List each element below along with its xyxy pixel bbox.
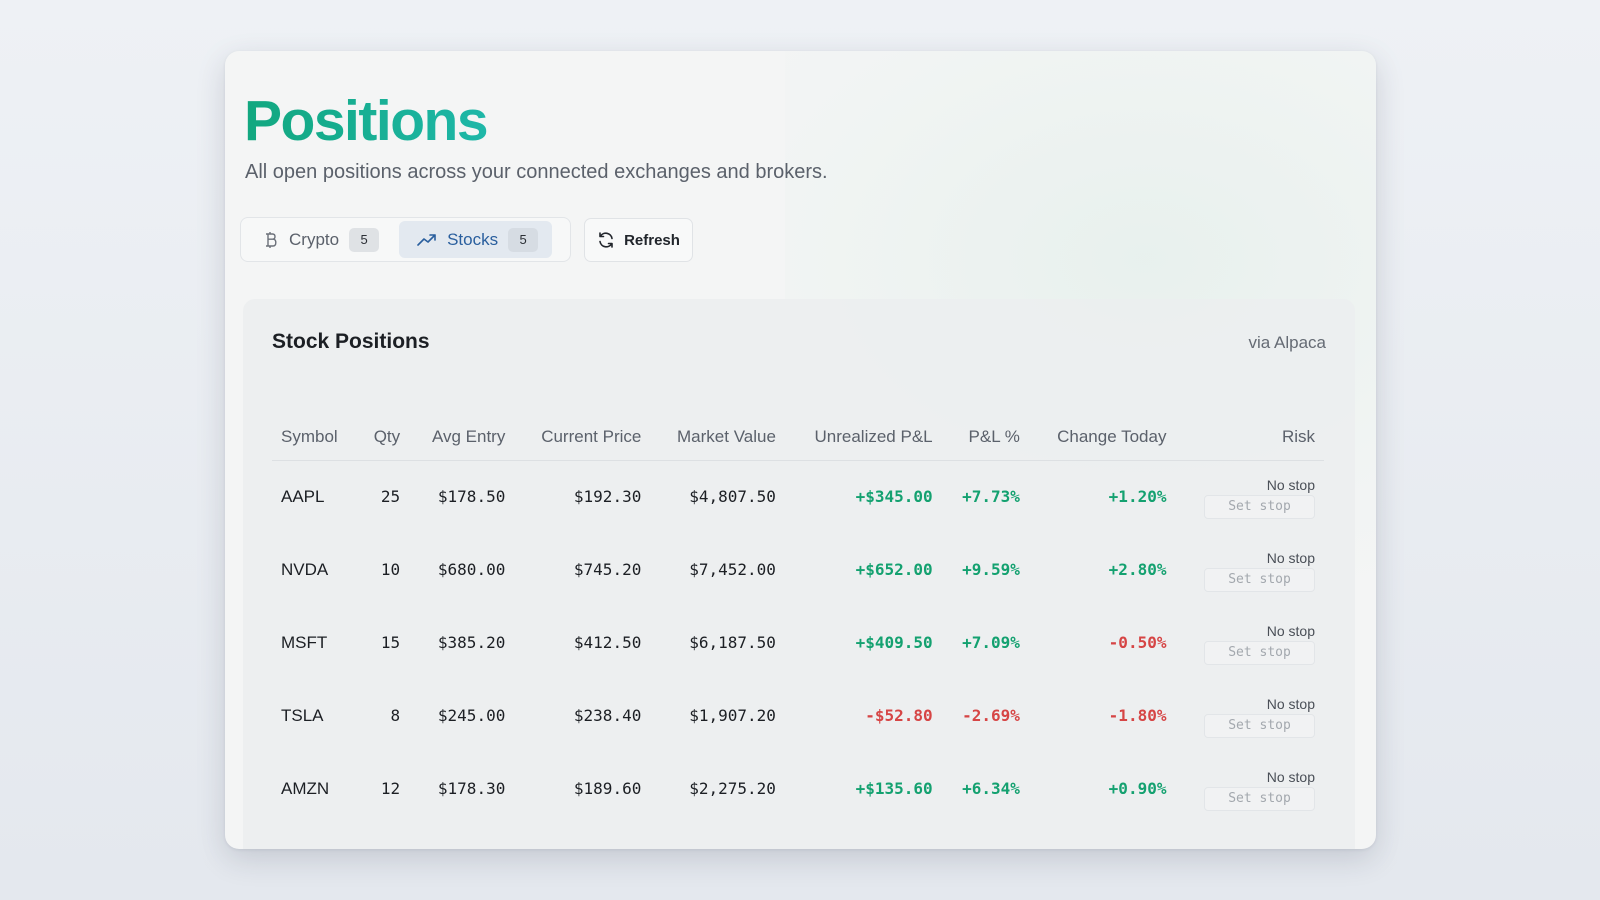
page-title: Positions [244, 87, 489, 155]
stop-status: No stop [1266, 549, 1315, 566]
cell-risk: No stop Set stop [1175, 606, 1324, 679]
cell-symbol: TSLA [281, 705, 324, 725]
refresh-label: Refresh [624, 231, 680, 249]
table-row[interactable]: NVDA 10 $680.00 $745.20 $7,452.00 +$652.… [272, 533, 1324, 606]
column-header-unrealized-pl[interactable]: Unrealized P&L [784, 414, 942, 461]
cell-symbol: MSFT [281, 632, 328, 652]
cell-unrealized-pl: +$652.00 [855, 560, 933, 579]
cell-unrealized-pl: +$135.60 [855, 779, 933, 798]
column-header-change-today[interactable]: Change Today [1028, 414, 1176, 461]
tab-crypto[interactable]: Crypto 5 [245, 221, 393, 258]
cell-symbol: AAPL [281, 486, 325, 506]
cell-pl-pct: +7.73% [962, 487, 1020, 507]
cell-change-today: -1.80% [1108, 706, 1167, 725]
table-header-row: Symbol Qty Avg Entry Current Price Marke… [272, 414, 1324, 461]
positions-table: Symbol Qty Avg Entry Current Price Marke… [272, 414, 1324, 825]
cell-market-value: $1,907.20 [689, 706, 776, 725]
cell-risk: No stop Set stop [1175, 679, 1324, 752]
cell-pl-pct: +7.09% [962, 633, 1020, 652]
table-row[interactable]: AAPL 25 $178.50 $192.30 $4,807.50 +$345.… [272, 460, 1324, 533]
cell-change-today: -0.50% [1108, 633, 1167, 652]
cell-market-value: $4,807.50 [689, 487, 776, 507]
tab-stocks[interactable]: Stocks 5 [399, 221, 553, 258]
column-header-symbol[interactable]: Symbol [272, 414, 358, 461]
column-header-qty[interactable]: Qty [357, 414, 410, 461]
cell-avg-entry: $178.50 [437, 487, 506, 507]
column-header-avg-entry[interactable]: Avg Entry [409, 414, 515, 461]
cell-qty: 10 [380, 560, 401, 579]
cell-current-price: $412.50 [573, 633, 642, 652]
set-stop-input[interactable]: Set stop [1204, 567, 1315, 592]
bitcoin-icon [263, 231, 279, 249]
table-row[interactable]: AMZN 12 $178.30 $189.60 $2,275.20 +$135.… [272, 752, 1324, 825]
cell-qty: 12 [380, 779, 401, 798]
column-header-current-price[interactable]: Current Price [514, 414, 651, 461]
page-subtitle: All open positions across your connected… [245, 161, 828, 183]
cell-pl-pct: +9.59% [962, 560, 1020, 579]
column-header-risk: Risk [1175, 414, 1324, 461]
tab-stocks-count: 5 [508, 227, 539, 252]
cell-symbol: NVDA [281, 559, 329, 579]
cell-change-today: +0.90% [1108, 779, 1167, 798]
cell-unrealized-pl: +$345.00 [855, 487, 933, 507]
table-row[interactable]: TSLA 8 $245.00 $238.40 $1,907.20 -$52.80… [272, 679, 1324, 752]
trending-up-icon [417, 233, 437, 247]
data-source-label: via Alpaca [1248, 333, 1327, 352]
refresh-icon [597, 231, 615, 249]
cell-unrealized-pl: +$409.50 [855, 633, 933, 652]
cell-current-price: $745.20 [573, 560, 642, 579]
cell-pl-pct: +6.34% [962, 779, 1020, 798]
cell-market-value: $7,452.00 [689, 560, 776, 579]
cell-avg-entry: $680.00 [437, 560, 506, 579]
panel-title: Stock Positions [272, 330, 430, 353]
cell-risk: No stop Set stop [1175, 752, 1324, 825]
positions-window: Positions All open positions across your… [225, 51, 1376, 849]
stock-positions-panel: Stock Positions via Alpaca Symbol Qty Av… [243, 299, 1355, 849]
refresh-button[interactable]: Refresh [584, 218, 693, 262]
column-header-market-value[interactable]: Market Value [650, 414, 785, 461]
cell-change-today: +1.20% [1108, 487, 1167, 507]
cell-unrealized-pl: -$52.80 [865, 706, 933, 725]
set-stop-input[interactable]: Set stop [1204, 640, 1315, 665]
column-header-pl-pct[interactable]: P&L % [941, 414, 1029, 461]
cell-current-price: $238.40 [573, 706, 642, 725]
cell-qty: 15 [380, 633, 401, 652]
stop-status: No stop [1266, 695, 1315, 712]
cell-current-price: $189.60 [573, 779, 642, 798]
cell-qty: 8 [390, 706, 401, 725]
stop-status: No stop [1266, 768, 1315, 785]
table-row[interactable]: MSFT 15 $385.20 $412.50 $6,187.50 +$409.… [272, 606, 1324, 679]
cell-pl-pct: -2.69% [962, 706, 1020, 725]
cell-avg-entry: $385.20 [437, 633, 506, 652]
set-stop-input[interactable]: Set stop [1204, 786, 1315, 811]
tab-crypto-label: Crypto [289, 229, 340, 249]
cell-qty: 25 [380, 487, 401, 507]
cell-avg-entry: $245.00 [437, 706, 506, 725]
set-stop-input[interactable]: Set stop [1204, 494, 1315, 519]
cell-symbol: AMZN [281, 778, 330, 798]
set-stop-input[interactable]: Set stop [1204, 713, 1315, 738]
asset-tabs: Crypto 5 Stocks 5 [240, 217, 571, 262]
stop-status: No stop [1266, 476, 1315, 493]
stop-status: No stop [1266, 622, 1315, 639]
cell-risk: No stop Set stop [1175, 460, 1324, 533]
cell-current-price: $192.30 [573, 487, 642, 507]
cell-risk: No stop Set stop [1175, 533, 1324, 606]
tab-crypto-count: 5 [349, 227, 380, 252]
cell-market-value: $2,275.20 [689, 779, 776, 798]
cell-market-value: $6,187.50 [689, 633, 776, 652]
tab-stocks-label: Stocks [447, 229, 499, 249]
cell-avg-entry: $178.30 [437, 779, 506, 798]
cell-change-today: +2.80% [1108, 560, 1167, 579]
